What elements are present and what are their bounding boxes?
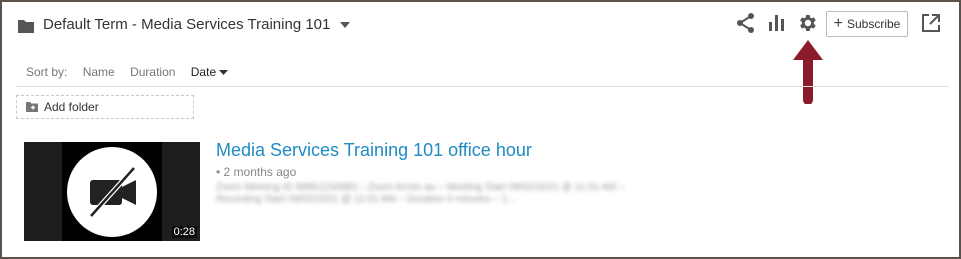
bar-chart-icon[interactable] bbox=[766, 12, 788, 34]
gear-icon[interactable] bbox=[796, 12, 818, 34]
plus-icon: + bbox=[833, 15, 843, 32]
sort-bar: Sort by: Name Duration Date bbox=[26, 65, 240, 79]
divider bbox=[16, 86, 949, 87]
caret-down-icon[interactable] bbox=[339, 20, 351, 30]
video-description: Zoom Meeting ID 98851234883 – Zoom Armin… bbox=[216, 182, 625, 205]
video-thumbnail[interactable]: 0:28 bbox=[24, 142, 200, 241]
video-duration: 0:28 bbox=[171, 226, 197, 238]
subscribe-button[interactable]: + Subscribe bbox=[826, 11, 908, 37]
open-external-icon[interactable] bbox=[920, 12, 942, 34]
header: Default Term - Media Services Training 1… bbox=[2, 2, 959, 104]
sort-label: Sort by: bbox=[26, 65, 68, 79]
add-folder-label: Add folder bbox=[44, 100, 99, 114]
video-age: • 2 months ago bbox=[216, 165, 297, 179]
add-folder-button[interactable]: Add folder bbox=[16, 95, 194, 119]
folder-add-icon bbox=[26, 102, 38, 112]
share-icon[interactable] bbox=[735, 12, 757, 34]
subscribe-label: Subscribe bbox=[846, 17, 901, 31]
sort-option-duration[interactable]: Duration bbox=[130, 65, 175, 79]
folder-title: Default Term - Media Services Training 1… bbox=[43, 16, 331, 33]
arrow-up-icon bbox=[793, 40, 823, 104]
video-title-link[interactable]: Media Services Training 101 office hour bbox=[216, 140, 532, 161]
sort-option-date[interactable]: Date bbox=[191, 65, 229, 79]
app-frame: Default Term - Media Services Training 1… bbox=[0, 0, 961, 259]
thumb-side-left bbox=[24, 142, 62, 241]
sort-option-name[interactable]: Name bbox=[83, 65, 115, 79]
video-off-icon bbox=[67, 147, 157, 237]
folder-icon bbox=[18, 20, 34, 33]
caret-down-icon bbox=[219, 70, 229, 75]
